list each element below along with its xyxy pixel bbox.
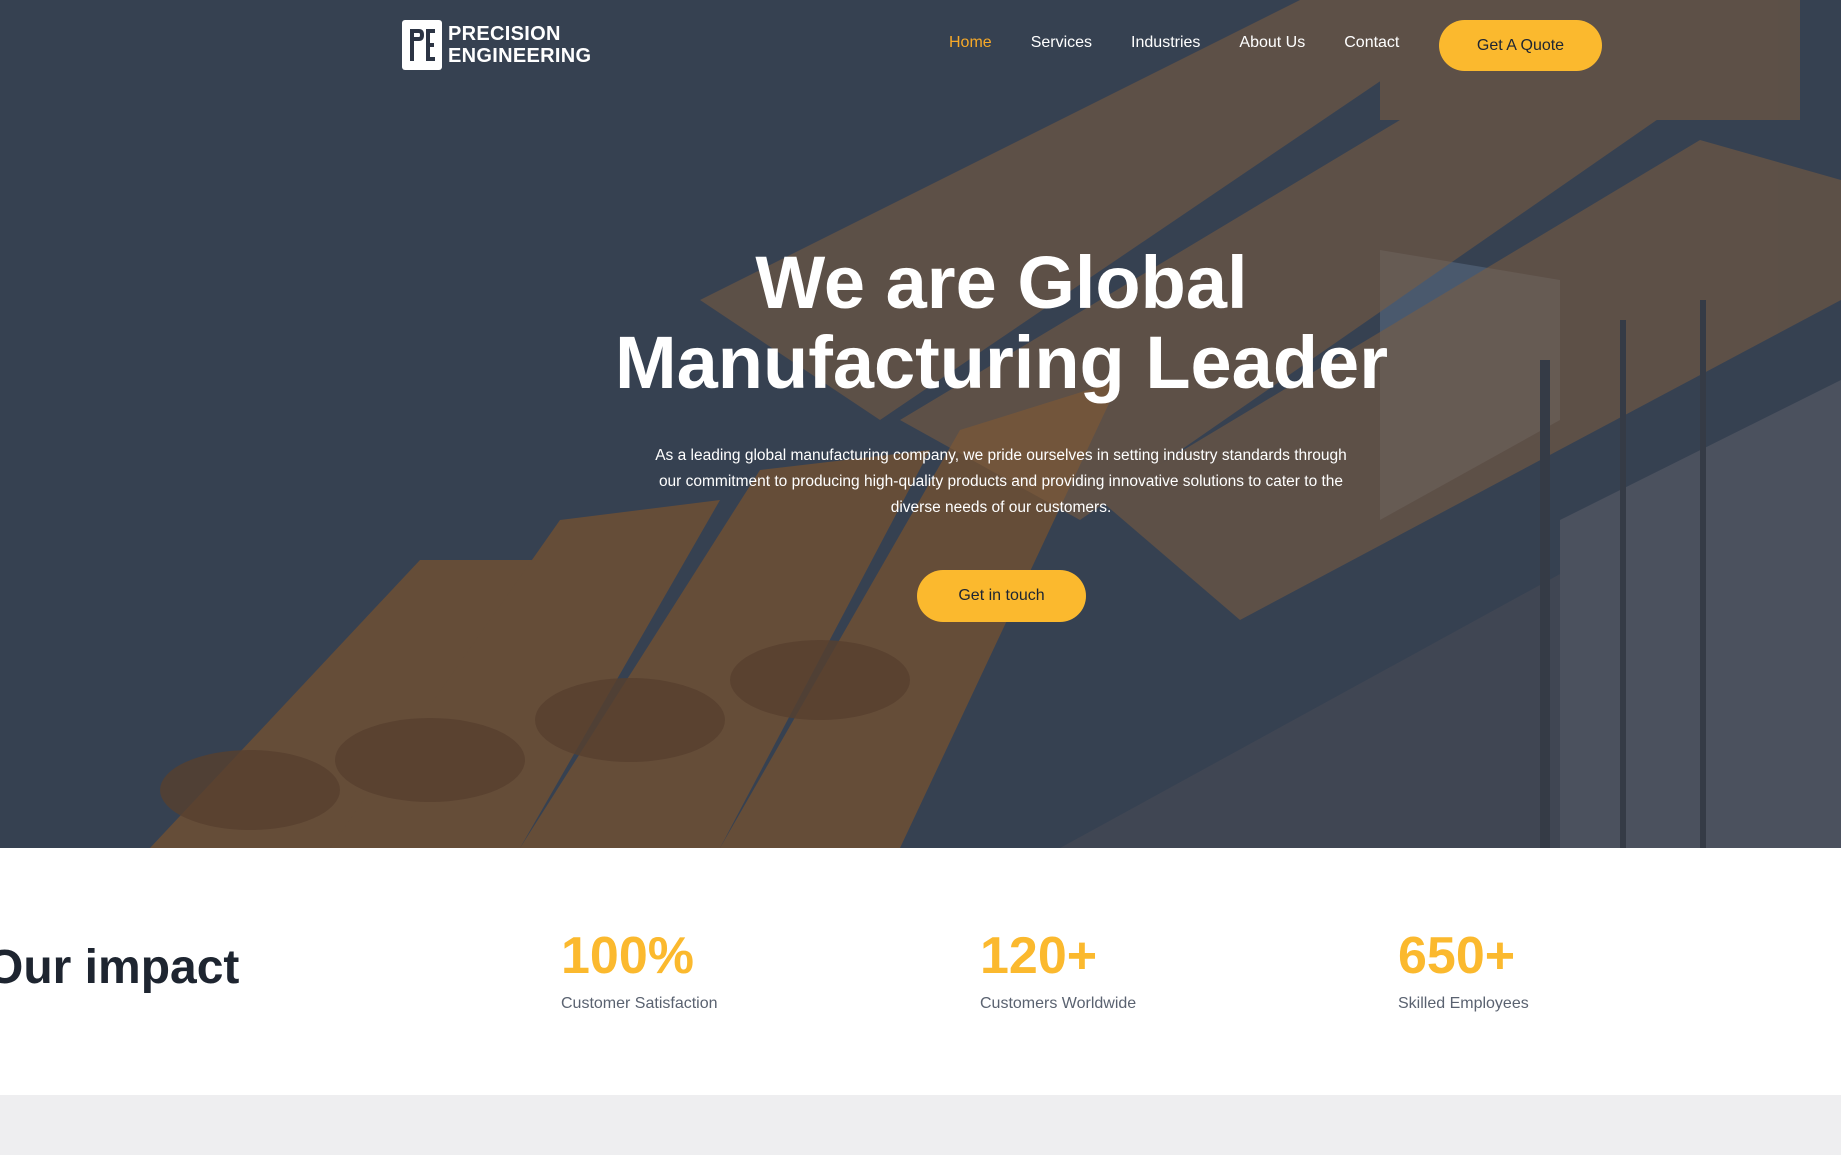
stat-skilled-employees: 650+ Skilled Employees [1398, 928, 1529, 1013]
nav-link-about-us[interactable]: About Us [1239, 34, 1305, 52]
logo-line-1: PRECISION [448, 23, 561, 45]
hero-background-image [0, 0, 1841, 848]
nav-link-home[interactable]: Home [949, 34, 992, 52]
get-in-touch-button[interactable]: Get in touch [917, 570, 1086, 622]
logo-wordmark: PRECISION ENGINEERING [448, 23, 591, 67]
logo-line-2: ENGINEERING [448, 45, 592, 67]
nav-link-contact[interactable]: Contact [1344, 34, 1399, 52]
stat-customer-satisfaction: 100% Customer Satisfaction [561, 928, 718, 1013]
impact-title: Our impact [0, 941, 240, 994]
hero-title-line-1: We are Global [755, 241, 1248, 324]
stat-label: Customers Worldwide [980, 995, 1137, 1012]
get-a-quote-button[interactable]: Get A Quote [1439, 20, 1602, 71]
nav-link-services[interactable]: Services [1031, 34, 1092, 52]
site-logo[interactable]: PRECISION ENGINEERING [402, 20, 591, 70]
stat-value: 650+ [1398, 927, 1516, 985]
stat-value: 120+ [980, 927, 1098, 985]
stat-label: Customer Satisfaction [561, 995, 718, 1012]
hero-title: We are Global Manufacturing Leader [420, 243, 1583, 403]
stat-value: 100% [561, 927, 694, 985]
logo-mark-icon [402, 20, 442, 70]
stat-label: Skilled Employees [1398, 995, 1529, 1012]
main-menu: Home Services Industries About Us Contac… [949, 34, 1438, 52]
nav-link-industries[interactable]: Industries [1131, 34, 1200, 52]
hero-section: PRECISION ENGINEERING Home Services Indu… [0, 0, 1841, 848]
next-section-band [0, 1095, 1841, 1155]
hero-description: As a leading global manufacturing compan… [655, 447, 1347, 516]
hero-title-line-2: Manufacturing Leader [615, 321, 1388, 404]
stat-customers-worldwide: 120+ Customers Worldwide [980, 928, 1136, 1013]
impact-section: Our impact 100% Customer Satisfaction 12… [0, 848, 1841, 1095]
top-navigation: PRECISION ENGINEERING Home Services Indu… [0, 0, 1841, 90]
